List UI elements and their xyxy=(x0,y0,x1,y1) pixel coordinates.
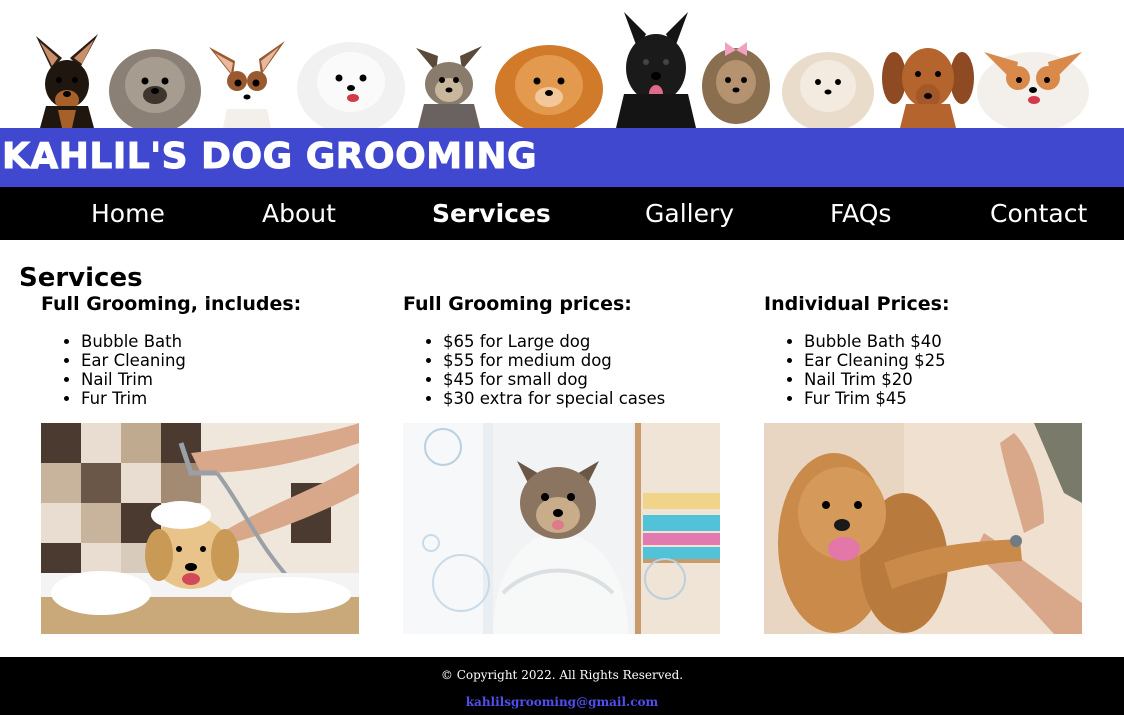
copyright-text: © Copyright 2022. All Rights Reserved. xyxy=(440,668,684,682)
list-item: $30 extra for special cases xyxy=(443,389,723,408)
column-heading: Full Grooming prices: xyxy=(403,293,632,315)
list-item: Fur Trim $45 xyxy=(804,389,1084,408)
dog-pomeranian-cream-image xyxy=(780,38,876,128)
list-item: Ear Cleaning $25 xyxy=(804,351,1084,370)
brand-bar: Kahlil's Dog Grooming xyxy=(0,128,1124,187)
dog-yorkie-bow-image xyxy=(697,32,775,128)
list-item: Bubble Bath $40 xyxy=(804,332,1084,351)
list-item: Fur Trim xyxy=(81,389,361,408)
nav-about[interactable]: About xyxy=(262,199,336,229)
dog-yorkie-image xyxy=(412,38,487,128)
dog-papillon-image xyxy=(974,32,1092,128)
nav-gallery[interactable]: Gallery xyxy=(645,199,734,229)
spaniel-nail-trim-photo xyxy=(764,423,1082,634)
page-title: Services xyxy=(19,263,143,293)
dog-dachshund-image xyxy=(880,38,976,128)
service-column-full-grooming: Full Grooming, includes: Bubble Bath Ear… xyxy=(41,292,361,634)
site-title: Kahlil's Dog Grooming xyxy=(1,136,538,178)
dog-doberman-image xyxy=(22,28,112,128)
column-heading: Individual Prices: xyxy=(764,293,950,315)
yorkie-towel-photo xyxy=(403,423,720,634)
service-column-individual-prices: Individual Prices: Bubble Bath $40 Ear C… xyxy=(764,292,1084,634)
list-item: $55 for medium dog xyxy=(443,351,723,370)
dog-chihuahua-image xyxy=(205,33,290,128)
email-link[interactable]: kahlilsgrooming@gmail.com xyxy=(0,695,1124,709)
dog-pomeranian-orange-image xyxy=(493,33,605,128)
list-item: Bubble Bath xyxy=(81,332,361,351)
main-nav: Home About Services Gallery FAQs Contact xyxy=(0,187,1124,240)
dog-scottish-terrier-image xyxy=(614,10,698,128)
nav-contact[interactable]: Contact xyxy=(990,199,1087,229)
dog-pomeranian-grey-image xyxy=(105,33,205,128)
dog-pomeranian-white-image xyxy=(295,28,407,128)
price-list: $65 for Large dog $55 for medium dog $45… xyxy=(403,332,723,408)
list-item: Nail Trim xyxy=(81,370,361,389)
service-column-full-grooming-prices: Full Grooming prices: $65 for Large dog … xyxy=(403,292,723,634)
footer: © Copyright 2022. All Rights Reserved. k… xyxy=(0,657,1124,715)
list-item: $65 for Large dog xyxy=(443,332,723,351)
list-item: Nail Trim $20 xyxy=(804,370,1084,389)
column-heading: Full Grooming, includes: xyxy=(41,293,302,315)
service-list: Bubble Bath Ear Cleaning Nail Trim Fur T… xyxy=(41,332,361,408)
header-dog-banner xyxy=(0,0,1124,128)
list-item: Ear Cleaning xyxy=(81,351,361,370)
nav-services[interactable]: Services xyxy=(432,199,551,229)
nav-faqs[interactable]: FAQs xyxy=(830,199,891,229)
list-item: $45 for small dog xyxy=(443,370,723,389)
nav-home[interactable]: Home xyxy=(91,199,165,229)
price-list: Bubble Bath $40 Ear Cleaning $25 Nail Tr… xyxy=(764,332,1084,408)
dog-bath-photo xyxy=(41,423,359,634)
